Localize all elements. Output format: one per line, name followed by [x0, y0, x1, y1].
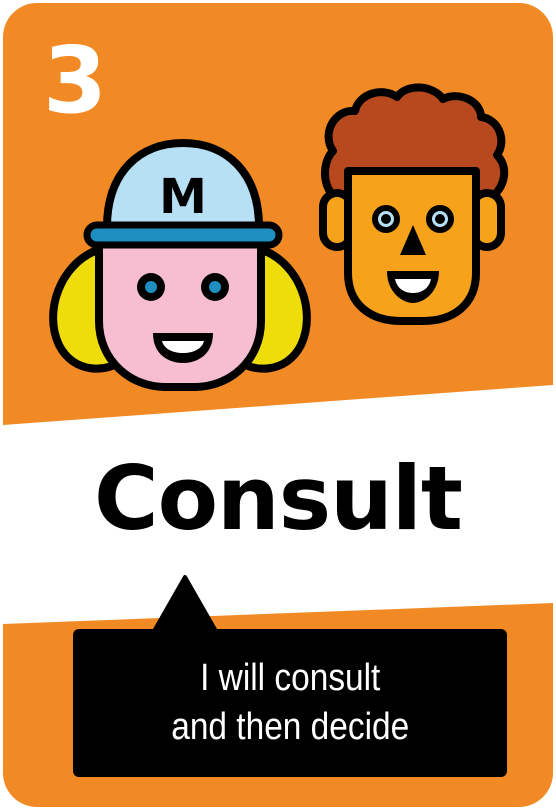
man-face-icon — [319, 83, 509, 325]
method-card: 3 M Consult I will consult and then deci… — [3, 3, 553, 807]
speech-bubble: I will consult and then decide — [73, 629, 507, 777]
cap-letter: M — [159, 169, 207, 225]
card-title: Consult — [94, 447, 463, 550]
card-description: I will consult and then decide — [170, 656, 409, 748]
woman-face-icon: M — [49, 139, 311, 391]
characters-illustration: M — [49, 83, 509, 391]
